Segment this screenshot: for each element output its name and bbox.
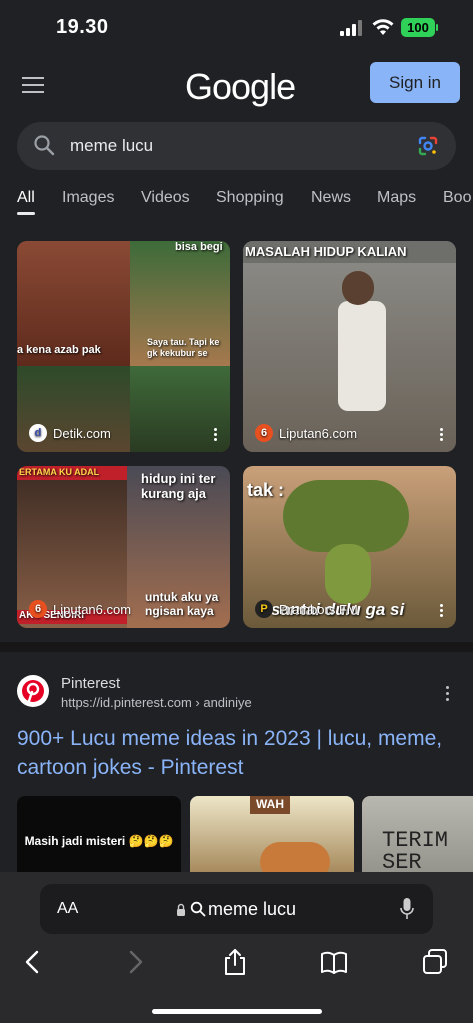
- result-site-name: Pinterest: [61, 675, 121, 692]
- meme-caption: tak :: [247, 480, 285, 500]
- tab-maps[interactable]: Maps: [377, 189, 416, 207]
- google-header: Google Sign in: [0, 54, 473, 122]
- meme-caption: a kena azab pak: [17, 344, 101, 356]
- tab-news[interactable]: News: [311, 189, 351, 207]
- image-result-2[interactable]: MASALAH HIDUP KALIAN 6 Liputan6.com: [243, 241, 456, 452]
- search-icon: [190, 901, 206, 917]
- person-figure: [338, 301, 386, 411]
- address-bar[interactable]: AA meme lucu: [40, 884, 433, 934]
- image-source-label: Detik.com: [53, 425, 111, 441]
- person-head: [342, 271, 374, 305]
- image-source-label: Prambors FM: [279, 601, 358, 617]
- microphone-icon[interactable]: [400, 898, 414, 920]
- sign-in-button[interactable]: Sign in: [370, 62, 460, 103]
- share-icon[interactable]: [221, 948, 249, 976]
- result-more-icon[interactable]: [446, 686, 450, 702]
- meme-caption: Saya tau. Tapi ke gk kekubur se: [147, 337, 220, 358]
- tab-images[interactable]: Images: [62, 189, 114, 207]
- browser-toolbar: AA meme lucu: [0, 872, 473, 1023]
- thumbnail-caption: WAH: [256, 797, 284, 811]
- meme-caption: MASALAH HIDUP KALIAN: [245, 244, 407, 259]
- battery-tip: [436, 24, 438, 31]
- page: 19.30 100 Google Sign in meme lucu All I…: [0, 0, 473, 1023]
- image-result-1[interactable]: bisa begi a kena azab pak Saya tau. Tapi…: [17, 241, 230, 452]
- meme-caption: hidup ini ter kurang aja: [141, 471, 216, 501]
- image-source: 6 Liputan6.com: [255, 424, 357, 442]
- image-result-3[interactable]: ERTAMA KU ADAL hidup ini ter kurang aja …: [17, 466, 230, 628]
- prambors-favicon: P: [255, 600, 273, 618]
- result-url[interactable]: https://id.pinterest.com › andiniye: [61, 695, 252, 710]
- tab-all[interactable]: All: [17, 189, 35, 207]
- liputan6-favicon: 6: [255, 424, 273, 442]
- image-source-label: Liputan6.com: [279, 425, 358, 441]
- meme-caption: ERTAMA KU ADAL: [19, 467, 100, 477]
- image-source: d Detik.com: [29, 424, 111, 442]
- status-time: 19.30: [56, 16, 109, 38]
- broccoli-face: [325, 544, 371, 604]
- search-query[interactable]: meme lucu: [70, 136, 153, 156]
- signal-icon: [340, 20, 362, 36]
- google-lens-icon[interactable]: [417, 135, 439, 157]
- section-divider: [0, 642, 473, 652]
- liputan6-favicon: 6: [29, 600, 47, 618]
- broccoli-head: [283, 480, 409, 552]
- battery-indicator: 100: [401, 18, 435, 37]
- image-source: P Prambors FM: [255, 600, 358, 618]
- thumbnail-caption: Masih jadi misteri 🤔🤔🤔: [24, 834, 174, 848]
- reader-aa-button[interactable]: AA: [57, 900, 78, 918]
- tab-shopping[interactable]: Shopping: [216, 189, 284, 207]
- bookmarks-icon[interactable]: [320, 948, 348, 976]
- wifi-icon: [372, 19, 394, 35]
- meme-caption: bisa begi: [175, 241, 223, 253]
- thumbnail-caption: TERIM SER: [382, 828, 449, 875]
- tabs-icon[interactable]: [421, 948, 449, 976]
- search-box[interactable]: meme lucu: [17, 122, 456, 170]
- lock-icon: [177, 903, 185, 916]
- more-options-icon[interactable]: [214, 428, 218, 442]
- meme-caption: untuk aku ya ngisan kaya: [145, 590, 219, 618]
- image-source-label: Liputan6.com: [53, 601, 132, 617]
- pinterest-icon: [17, 675, 49, 707]
- google-logo[interactable]: Google: [185, 66, 296, 108]
- address-text[interactable]: meme lucu: [208, 899, 296, 920]
- image-source: 6 Liputan6.com: [29, 600, 131, 618]
- search-icon: [34, 135, 55, 156]
- tab-books[interactable]: Boo: [443, 189, 471, 207]
- search-tabs: All Images Videos Shopping News Maps Boo: [0, 186, 473, 216]
- image-result-4[interactable]: tak : santai dulu ga si P Prambors FM: [243, 466, 456, 628]
- more-options-icon[interactable]: [440, 604, 444, 618]
- status-bar: 19.30 100: [0, 0, 473, 54]
- detik-favicon: d: [29, 424, 47, 442]
- home-indicator: [152, 1009, 322, 1014]
- active-tab-indicator: [17, 212, 35, 215]
- forward-icon[interactable]: [122, 948, 150, 976]
- result-title-link[interactable]: 900+ Lucu meme ideas in 2023 | lucu, mem…: [17, 724, 457, 782]
- more-options-icon[interactable]: [440, 428, 444, 442]
- back-icon[interactable]: [18, 948, 46, 976]
- menu-icon[interactable]: [22, 77, 44, 93]
- tab-videos[interactable]: Videos: [141, 189, 190, 207]
